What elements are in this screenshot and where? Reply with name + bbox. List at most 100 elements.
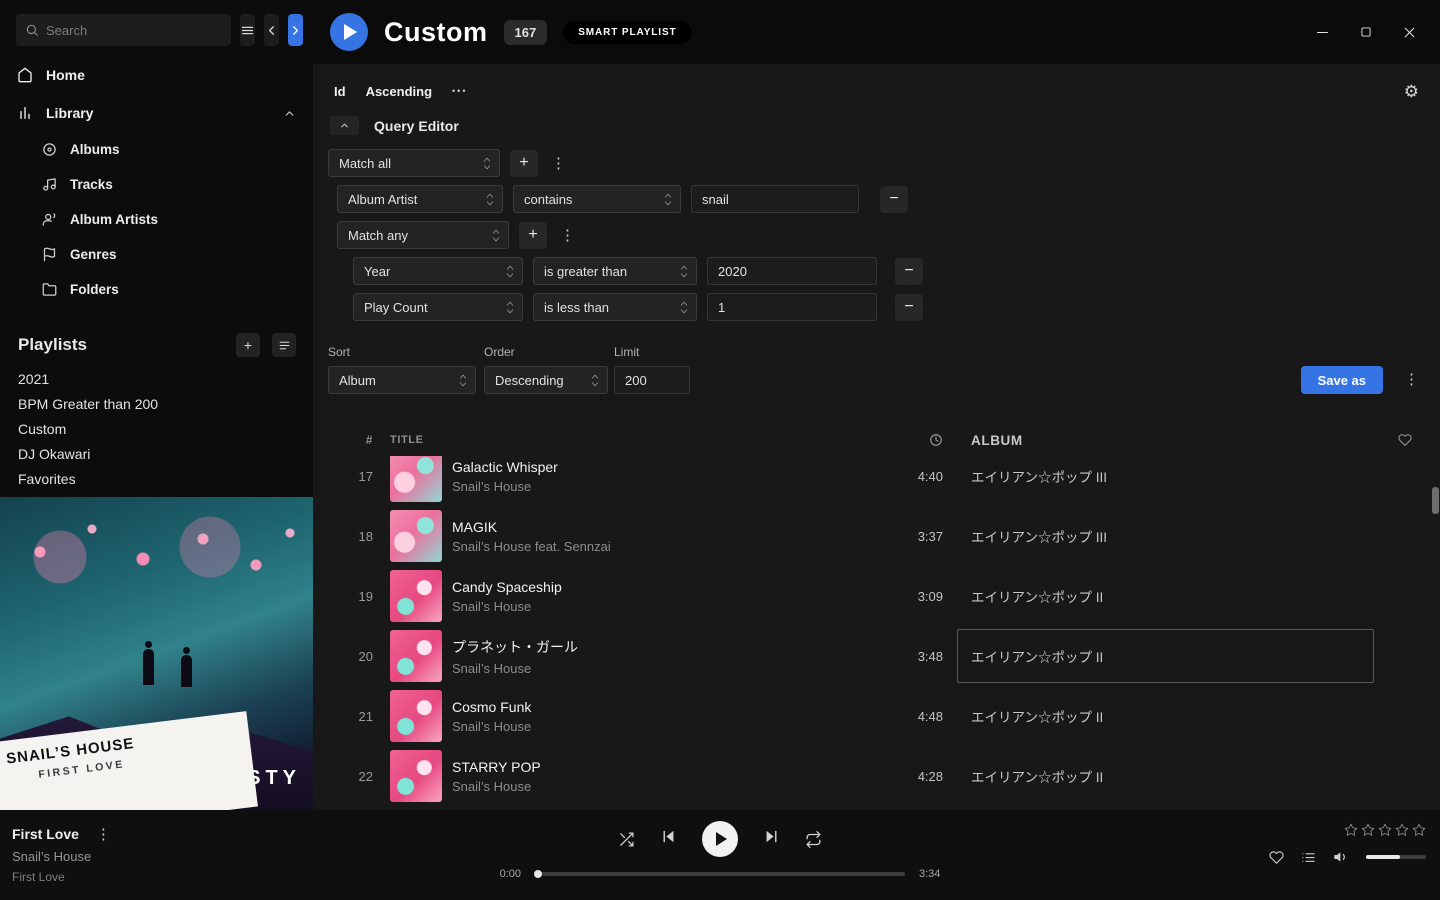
order-select[interactable]: Descending — [484, 366, 608, 394]
star-2[interactable] — [1361, 823, 1375, 837]
operator-select[interactable]: is less than — [533, 293, 697, 321]
sidebar-item-library[interactable]: Library — [0, 94, 313, 132]
menu-button[interactable] — [240, 14, 255, 46]
music-note-icon — [42, 177, 57, 192]
save-as-button[interactable]: Save as — [1301, 366, 1383, 394]
table-row[interactable]: 22 STARRY POP Snail’s House 4:28 エイリアン☆ポ… — [313, 746, 1440, 806]
player-right-controls — [1269, 823, 1426, 865]
sidebar-item-albums[interactable]: Albums — [0, 132, 313, 167]
column-header-favorite[interactable] — [1382, 433, 1428, 447]
field-select[interactable]: Play Count — [353, 293, 523, 321]
remove-rule-button[interactable]: − — [895, 294, 923, 321]
sidebar-item-tracks[interactable]: Tracks — [0, 167, 313, 202]
column-header-title[interactable]: TITLE — [385, 434, 862, 446]
group-menu-button[interactable]: ⋮ — [557, 226, 578, 244]
select-arrows-icon — [482, 155, 492, 172]
play-button[interactable] — [702, 821, 738, 857]
table-row[interactable]: 17 Galactic Whisper Snail’s House 4:40 エ… — [313, 456, 1440, 506]
sort-direction-label[interactable]: Ascending — [366, 84, 432, 99]
field-select[interactable]: Album Artist — [337, 185, 503, 213]
play-playlist-button[interactable] — [330, 13, 368, 51]
chevron-up-icon — [283, 107, 296, 120]
table-row[interactable]: 18 MAGIK Snail’s House feat. Sennzai 3:3… — [313, 506, 1440, 566]
play-icon — [716, 832, 727, 846]
scrollbar-thumb[interactable] — [1432, 487, 1439, 514]
more-options-button[interactable]: ••• — [452, 86, 467, 96]
star-1[interactable] — [1344, 823, 1358, 837]
star-rating — [1344, 823, 1426, 837]
playlist-item-dj-okawari[interactable]: DJ Okawari — [0, 442, 313, 467]
minus-icon: − — [904, 262, 913, 280]
sidebar-item-label: Album Artists — [70, 212, 158, 227]
queue-button[interactable] — [1301, 850, 1316, 865]
progress-thumb[interactable] — [534, 870, 542, 878]
playlist-item-bpm[interactable]: BPM Greater than 200 — [0, 392, 313, 417]
table-row[interactable]: 19 Candy Spaceship Snail’s House 3:09 エイ… — [313, 566, 1440, 626]
artwork-figures — [181, 655, 192, 687]
add-group-rule-button[interactable]: + — [519, 222, 547, 249]
operator-select[interactable]: is greater than — [533, 257, 697, 285]
rule-value-input[interactable] — [707, 293, 877, 321]
sidebar-item-home[interactable]: Home — [0, 56, 313, 94]
transport-controls: 0:00 3:34 — [491, 821, 949, 880]
sidebar-item-genres[interactable]: Genres — [0, 237, 313, 272]
previous-button[interactable] — [660, 828, 677, 850]
playlist-item-favorites[interactable]: Favorites — [0, 467, 313, 492]
search-input[interactable] — [46, 23, 222, 38]
close-button[interactable] — [1402, 25, 1417, 40]
operator-select[interactable]: contains — [513, 185, 681, 213]
star-4[interactable] — [1395, 823, 1409, 837]
star-5[interactable] — [1412, 823, 1426, 837]
sort-select[interactable]: Album — [328, 366, 476, 394]
playlist-item-custom[interactable]: Custom — [0, 417, 313, 442]
rule-group-menu-button[interactable]: ⋮ — [548, 154, 569, 172]
library-icon — [17, 105, 33, 121]
search-box[interactable] — [16, 14, 231, 46]
nav-back-button[interactable] — [264, 14, 279, 46]
maximize-button[interactable] — [1359, 25, 1373, 40]
next-button[interactable] — [763, 828, 780, 850]
group-match-select[interactable]: Match any — [337, 221, 509, 249]
track-title: Cosmo Funk — [452, 699, 531, 715]
query-menu-button[interactable]: ⋮ — [1401, 370, 1422, 388]
now-playing-album-art: TASTY SNAIL’S HOUSE FIRST LOVE — [0, 497, 313, 810]
rule-value-input[interactable] — [691, 185, 859, 213]
now-playing-artist: Snail’s House — [12, 849, 114, 864]
elapsed-time: 0:00 — [491, 868, 521, 880]
column-header-duration[interactable] — [862, 433, 957, 447]
add-rule-button[interactable]: + — [510, 150, 538, 177]
track-menu-button[interactable]: ⋮ — [93, 825, 114, 843]
select-arrows-icon — [485, 191, 495, 208]
mute-button[interactable] — [1333, 849, 1349, 865]
volume-slider[interactable] — [1366, 855, 1426, 859]
query-editor-collapse-button[interactable] — [330, 116, 359, 135]
minimize-button[interactable] — [1315, 25, 1330, 40]
remove-rule-button[interactable]: − — [895, 258, 923, 285]
remove-rule-button[interactable]: − — [880, 186, 908, 213]
table-row[interactable]: 21 Cosmo Funk Snail’s House 4:48 エイリアン☆ポ… — [313, 686, 1440, 746]
album-art-thumbnail — [390, 510, 442, 562]
collapse-library-button[interactable] — [283, 107, 296, 120]
playlist-item-2021[interactable]: 2021 — [0, 367, 313, 392]
sidebar-item-folders[interactable]: Folders — [0, 272, 313, 307]
settings-button[interactable]: ⚙ — [1404, 83, 1419, 100]
sort-field-label[interactable]: Id — [334, 84, 346, 99]
add-playlist-button[interactable]: + — [236, 333, 260, 357]
track-album-focused-cell[interactable]: エイリアン☆ポップ II — [957, 629, 1374, 683]
playlists-header: Playlists + — [0, 307, 313, 367]
rule-value-input[interactable] — [707, 257, 877, 285]
shuffle-button[interactable] — [618, 831, 635, 848]
playlist-list-button[interactable] — [272, 333, 296, 357]
match-select[interactable]: Match all — [328, 149, 500, 177]
star-3[interactable] — [1378, 823, 1392, 837]
favorite-button[interactable] — [1269, 850, 1284, 865]
table-row[interactable]: 20 プラネット・ガール Snail’s House 3:48 エイリアン☆ポッ… — [313, 626, 1440, 686]
column-header-number[interactable]: # — [328, 433, 385, 447]
progress-bar[interactable] — [535, 872, 905, 876]
sidebar-item-album-artists[interactable]: Album Artists — [0, 202, 313, 237]
limit-input[interactable] — [614, 366, 690, 394]
nav-forward-button[interactable] — [288, 14, 303, 46]
field-select[interactable]: Year — [353, 257, 523, 285]
repeat-button[interactable] — [805, 831, 822, 848]
column-header-album[interactable]: ALBUM — [957, 433, 1382, 448]
